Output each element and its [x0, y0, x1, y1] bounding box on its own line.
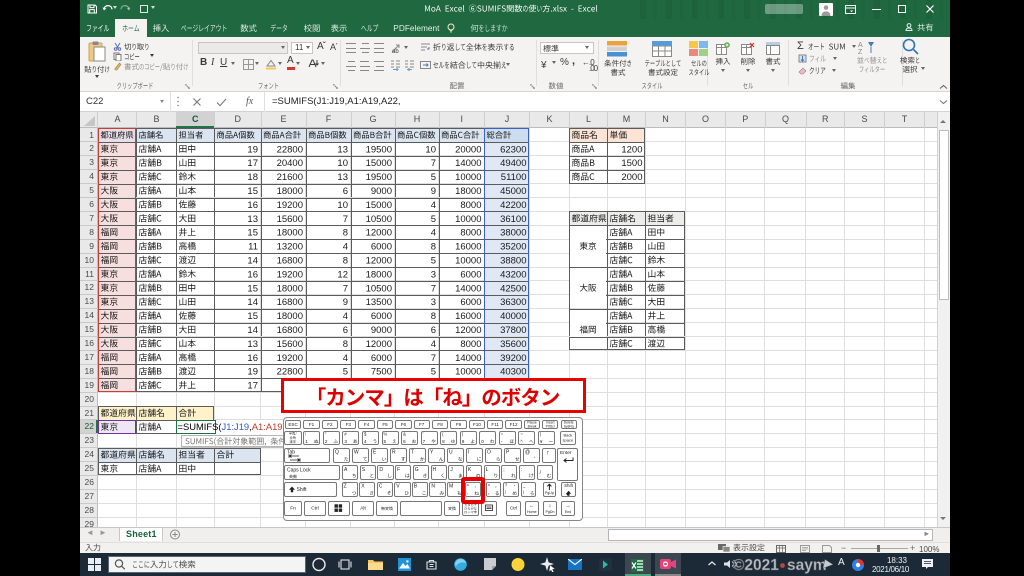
svg-text:¥: ¥	[541, 60, 547, 70]
svg-text:A: A	[858, 42, 863, 49]
svg-text:ab: ab	[392, 49, 399, 54]
svg-text:Z: Z	[858, 49, 863, 54]
